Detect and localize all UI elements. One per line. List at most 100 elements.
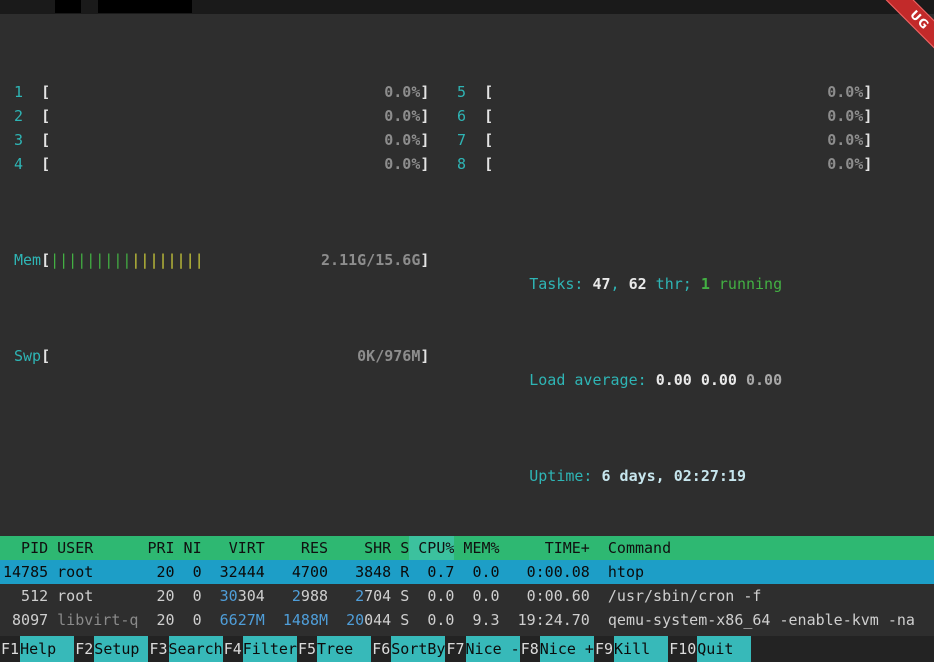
load-average-label: Load average:: [529, 371, 655, 389]
column-header-pri[interactable]: PRI: [138, 536, 174, 560]
swap-meter: Swp[0K/976M]: [14, 344, 430, 368]
chrome-fragment: [98, 0, 192, 13]
user: root: [48, 584, 138, 608]
command: htop: [590, 560, 934, 584]
priority: 20: [138, 608, 174, 632]
fkey-nice-[interactable]: F7Nice -: [445, 636, 519, 662]
process-row-512[interactable]: 512root2003030429882704S0.00.00:00.60/us…: [0, 584, 934, 608]
nice: 0: [175, 608, 202, 632]
virtual-memory: 30304: [202, 584, 265, 608]
cpu-percent: 0.7: [409, 560, 454, 584]
column-header-mem[interactable]: MEM%: [454, 536, 499, 560]
cpu-time: 0:00.60: [500, 584, 590, 608]
fkey-sortby[interactable]: F6SortBy: [371, 636, 445, 662]
priority: 20: [138, 560, 174, 584]
memory-meter-label: Mem: [14, 248, 41, 272]
swap-usage-text: 0K/976M: [357, 344, 420, 368]
column-header-time[interactable]: TIME+: [500, 536, 590, 560]
fkey-kill[interactable]: F9Kill: [594, 636, 668, 662]
shared-memory: 3848: [328, 560, 391, 584]
cpu-time: 19:24.70: [500, 608, 590, 632]
running-label: running: [710, 275, 782, 293]
tasks-summary: Tasks: 47, 62 thr; 1 running: [457, 248, 873, 272]
meter-open-bracket: [: [41, 248, 50, 272]
meters-right-column: 5[0.0%]6[0.0%]7[0.0%]8[0.0%] Tasks: 47, …: [457, 32, 873, 512]
system-meters: 1[0.0%]2[0.0%]3[0.0%]4[0.0%] Mem[|||||||…: [0, 14, 934, 512]
virtual-memory: 32444: [202, 560, 265, 584]
cpu-meters-5-8: 5[0.0%]6[0.0%]7[0.0%]8[0.0%]: [457, 80, 873, 176]
column-header-pid[interactable]: PID: [3, 536, 48, 560]
fkey-quit[interactable]: F10Quit: [668, 636, 751, 662]
priority: 20: [138, 584, 174, 608]
load-5min: 0.00: [701, 371, 746, 389]
column-header-s[interactable]: S: [391, 536, 409, 560]
process-row-14785[interactable]: 14785root2003244447003848R0.70.00:00.08h…: [0, 560, 934, 584]
uptime: Uptime: 6 days, 02:27:19: [457, 440, 873, 464]
load-average: Load average: 0.00 0.00 0.00: [457, 344, 873, 368]
user: root: [48, 560, 138, 584]
command: qemu-system-x86_64 -enable-kvm -na: [590, 608, 934, 632]
state: S: [391, 584, 409, 608]
threads-label: thr;: [647, 275, 701, 293]
fkey-search[interactable]: F3Search: [148, 636, 222, 662]
swap-meter-label: Swp: [14, 344, 41, 368]
nice: 0: [175, 584, 202, 608]
command: /usr/sbin/cron -f: [590, 584, 934, 608]
user: libvirt-q: [48, 608, 138, 632]
cpu-time: 0:00.08: [500, 560, 590, 584]
tasks-separator: ,: [611, 275, 629, 293]
resident-memory: 1488M: [265, 608, 328, 632]
column-header-ni[interactable]: NI: [175, 536, 202, 560]
uptime-value: 6 days, 02:27:19: [602, 467, 747, 485]
resident-memory: 4700: [265, 560, 328, 584]
fkey-tree[interactable]: F5Tree: [297, 636, 371, 662]
fkey-help[interactable]: F1Help: [0, 636, 74, 662]
shared-memory: 20044: [328, 608, 391, 632]
process-row-8097[interactable]: 8097libvirt-q2006627M1488M20044S0.09.319…: [0, 608, 934, 632]
cpu-meter-2: 2[0.0%]: [14, 104, 430, 128]
cpu-meter-8: 8[0.0%]: [457, 152, 873, 176]
mem-percent: 0.0: [454, 560, 499, 584]
uptime-label: Uptime:: [529, 467, 601, 485]
tasks-count: 47: [592, 275, 610, 293]
column-header-user[interactable]: USER: [48, 536, 138, 560]
cpu-meter-1: 1[0.0%]: [14, 80, 430, 104]
chrome-fragment: [55, 0, 81, 13]
threads-count: 62: [629, 275, 647, 293]
running-count: 1: [701, 275, 710, 293]
mem-percent: 9.3: [454, 608, 499, 632]
load-1min: 0.00: [656, 371, 701, 389]
meters-left-column: 1[0.0%]2[0.0%]3[0.0%]4[0.0%] Mem[|||||||…: [14, 32, 430, 512]
pid: 8097: [3, 608, 48, 632]
fkey-nice-+[interactable]: F8Nice +: [520, 636, 594, 662]
load-15min: 0.00: [746, 371, 782, 389]
cpu-percent: 0.0: [409, 608, 454, 632]
resident-memory: 2988: [265, 584, 328, 608]
debug-ribbon-label: UG: [884, 0, 934, 57]
cpu-meters-1-4: 1[0.0%]2[0.0%]3[0.0%]4[0.0%]: [14, 80, 430, 176]
process-table-header[interactable]: PIDUSERPRINIVIRTRESSHRSCPU%MEM%TIME+Comm…: [0, 536, 934, 560]
column-header-virt[interactable]: VIRT: [202, 536, 265, 560]
debug-ribbon: UG: [870, 0, 934, 64]
virtual-memory: 6627M: [202, 608, 265, 632]
memory-usage-bars: |||||||||||||||||: [50, 248, 204, 272]
cpu-meter-5: 5[0.0%]: [457, 80, 873, 104]
column-header-shr[interactable]: SHR: [328, 536, 391, 560]
function-key-bar: F1HelpF2SetupF3SearchF4FilterF5TreeF6Sor…: [0, 636, 934, 662]
window-chrome: [0, 0, 934, 14]
meter-open-bracket: [: [41, 344, 50, 368]
pid: 14785: [3, 560, 48, 584]
column-header-res[interactable]: RES: [265, 536, 328, 560]
htop-terminal: UG 1[0.0%]2[0.0%]3[0.0%]4[0.0%] Mem[||||…: [0, 0, 934, 662]
fkey-filter[interactable]: F4Filter: [223, 636, 297, 662]
shared-memory: 2704: [328, 584, 391, 608]
tasks-label: Tasks:: [529, 275, 592, 293]
cpu-meter-6: 6[0.0%]: [457, 104, 873, 128]
memory-usage-text: 2.11G/15.6G: [321, 248, 420, 272]
meter-close-bracket: ]: [420, 248, 429, 272]
column-header-cpu[interactable]: CPU%: [409, 536, 454, 560]
column-header-command[interactable]: Command: [590, 536, 934, 560]
state: S: [391, 608, 409, 632]
fkey-setup[interactable]: F2Setup: [74, 636, 148, 662]
pid: 512: [3, 584, 48, 608]
